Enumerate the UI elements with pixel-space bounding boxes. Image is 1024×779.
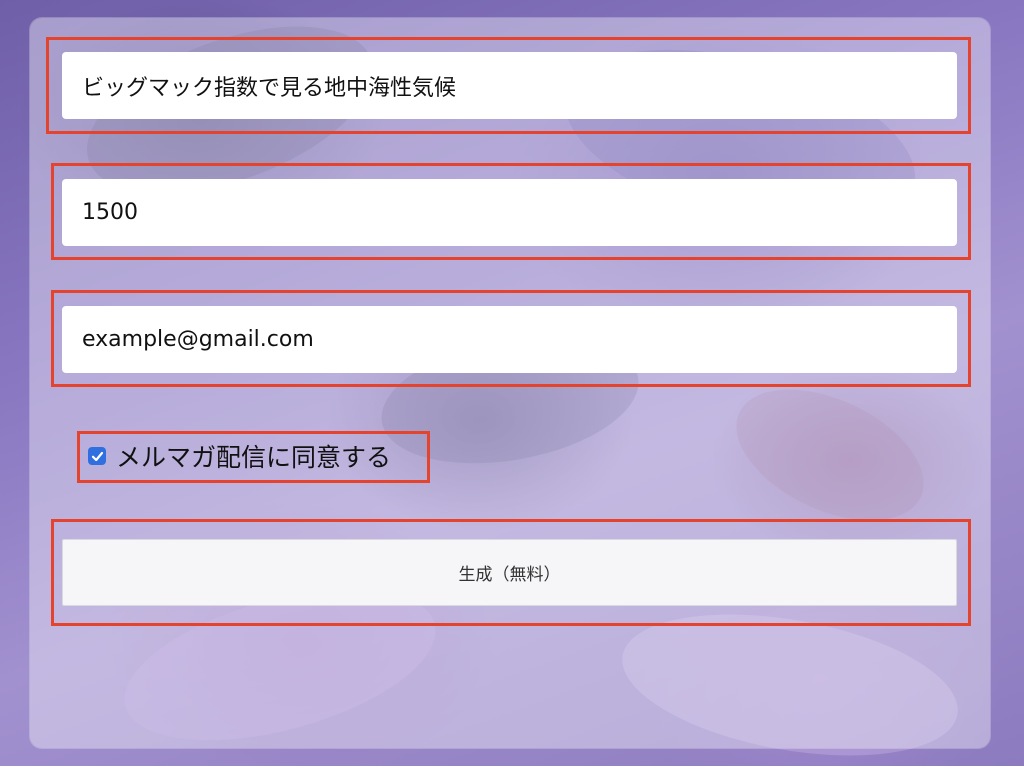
title-input[interactable] <box>62 52 957 119</box>
newsletter-consent[interactable]: メルマガ配信に同意する <box>88 440 391 472</box>
number-input[interactable] <box>62 179 957 246</box>
generate-button[interactable]: 生成（無料） <box>62 539 957 606</box>
email-input[interactable] <box>62 306 957 373</box>
newsletter-checkbox[interactable] <box>88 447 106 465</box>
newsletter-consent-label: メルマガ配信に同意する <box>116 443 392 472</box>
checkmark-icon <box>91 451 103 461</box>
